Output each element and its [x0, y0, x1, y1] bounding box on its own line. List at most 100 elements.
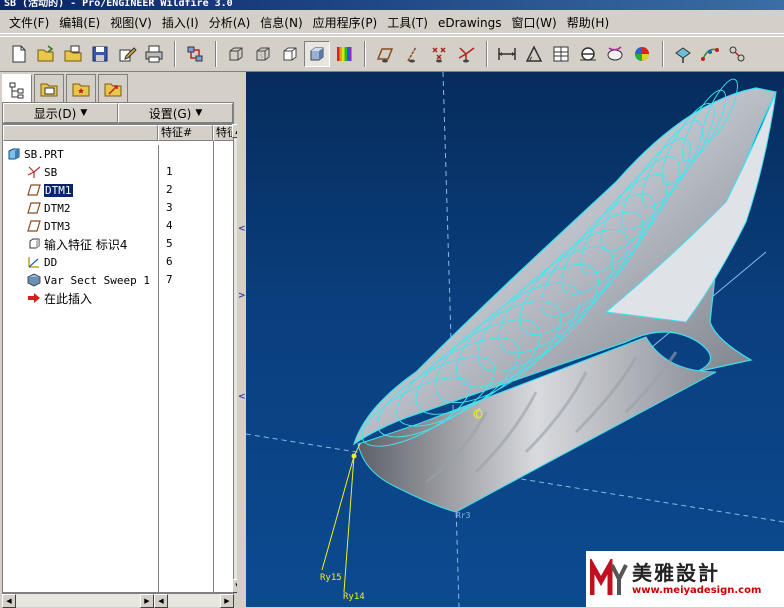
- no-hidden-icon[interactable]: [277, 41, 303, 67]
- feature-num: 2: [166, 183, 173, 196]
- scroll-right-icon[interactable]: ▶: [140, 594, 154, 608]
- scroll-left-icon[interactable]: ◀: [154, 594, 168, 608]
- feature-num: [159, 145, 213, 163]
- tree-item-label: 输入特征 标识4: [44, 237, 128, 252]
- hidden-line-icon[interactable]: [250, 41, 276, 67]
- model-render: Ry15 Ry14 Rr3: [246, 72, 784, 607]
- sweep-icon: [27, 273, 41, 287]
- menu-help[interactable]: 帮助(H): [562, 14, 614, 31]
- folder-icon: [40, 83, 58, 96]
- tree-item-label: DTM3: [44, 219, 71, 233]
- sketch-plane-icon[interactable]: [670, 41, 696, 67]
- analysis-icon[interactable]: [575, 41, 601, 67]
- color-wheel-icon[interactable]: [629, 41, 655, 67]
- toolbar-separator: [662, 41, 664, 67]
- column-header-feature[interactable]: 特征: [213, 125, 233, 141]
- datum-point-icon[interactable]: [426, 41, 452, 67]
- tab-favorites[interactable]: [66, 74, 96, 102]
- datum-plane-icon[interactable]: [372, 41, 398, 67]
- print-icon[interactable]: [141, 41, 167, 67]
- tree-horizontal-scrollbar[interactable]: ◀ ▶ ◀ ▶: [2, 593, 234, 608]
- trajectory-origin-point: [351, 453, 357, 459]
- panel-splitter[interactable]: < > <: [237, 72, 246, 607]
- datum-curve-icon: [27, 255, 41, 269]
- feature-number-column: 1 2 3 4 5 6 7: [158, 145, 213, 592]
- tab-folder-browser[interactable]: [34, 74, 64, 102]
- expand-arrow-icon[interactable]: >: [238, 291, 246, 301]
- tree-rows: SB.PRT SB DTM1 DTM2 DTM3 输入特征 标识4 DD Var…: [3, 145, 158, 307]
- coord-sys-icon: [27, 165, 41, 179]
- menu-window[interactable]: 窗口(W): [507, 14, 562, 31]
- open-file-icon[interactable]: [33, 41, 59, 67]
- new-file-icon[interactable]: [6, 41, 32, 67]
- wireframe-icon[interactable]: [223, 41, 249, 67]
- settings-label: 设置(G): [148, 106, 192, 121]
- tab-connections[interactable]: [98, 74, 128, 102]
- coordinate-system-icon[interactable]: [453, 41, 479, 67]
- tree-item-label: Var Sect Sweep 1: [44, 273, 150, 287]
- feature-num: 6: [166, 255, 173, 268]
- scroll-right-icon[interactable]: ▶: [220, 594, 234, 608]
- column-header-name[interactable]: [3, 125, 158, 141]
- menu-info[interactable]: 信息(N): [255, 14, 307, 31]
- menu-insert[interactable]: 插入(I): [157, 14, 204, 31]
- tree-item-label: DD: [44, 255, 58, 269]
- settings-dropdown[interactable]: 设置(G) ▼: [118, 103, 233, 123]
- tree-item-dd[interactable]: DD: [3, 253, 158, 271]
- tree-insert-here[interactable]: 在此插入: [3, 289, 158, 307]
- datum-axis-icon[interactable]: [399, 41, 425, 67]
- collapse-arrow-icon[interactable]: <: [238, 392, 246, 402]
- column-header-feature-num[interactable]: 特征#: [158, 125, 213, 141]
- chevron-down-icon: ▼: [195, 108, 203, 118]
- model-tree-icon: [9, 82, 24, 98]
- datum-point-offset-icon[interactable]: [724, 41, 750, 67]
- display-dropdown[interactable]: 显示(D) ▼: [3, 103, 118, 123]
- watermark-logo: 美雅設計 www.meiyadesign.com: [586, 551, 784, 607]
- datum-plane-icon: [27, 183, 41, 197]
- open-folder-icon[interactable]: [60, 41, 86, 67]
- menu-file[interactable]: 文件(F): [4, 14, 54, 31]
- collapse-arrow-icon[interactable]: <: [238, 224, 246, 234]
- curvature-icon[interactable]: [602, 41, 628, 67]
- tab-model-tree[interactable]: [2, 74, 32, 104]
- tree-item-sweep[interactable]: Var Sect Sweep 1: [3, 271, 158, 289]
- edit-icon[interactable]: [114, 41, 140, 67]
- measure-distance-icon[interactable]: [494, 41, 520, 67]
- display-label: 显示(D): [33, 106, 77, 121]
- shading-icon[interactable]: [304, 41, 330, 67]
- tree-item-dtm3[interactable]: DTM3: [3, 217, 158, 235]
- brand-logo-icon: [590, 559, 628, 595]
- feature-num: 3: [166, 201, 173, 214]
- measure-angle-icon[interactable]: [521, 41, 547, 67]
- save-icon[interactable]: [87, 41, 113, 67]
- table-icon[interactable]: [548, 41, 574, 67]
- feature-num: 1: [166, 165, 173, 178]
- insert-arrow-icon: [27, 291, 41, 305]
- tree-item-import[interactable]: 输入特征 标识4: [3, 235, 158, 253]
- scroll-left-icon[interactable]: ◀: [2, 594, 16, 608]
- regenerate-icon[interactable]: [182, 41, 208, 67]
- menu-tools[interactable]: 工具(T): [382, 14, 433, 31]
- menu-edit[interactable]: 编辑(E): [54, 14, 105, 31]
- tree-root[interactable]: SB.PRT: [3, 145, 158, 163]
- tree-item-sb[interactable]: SB: [3, 163, 158, 181]
- tree-insert-label: 在此插入: [44, 291, 93, 306]
- tree-item-dtm1[interactable]: DTM1: [3, 181, 158, 199]
- datum-plane-icon: [27, 219, 41, 233]
- menu-edrawings[interactable]: eDrawings: [433, 16, 507, 30]
- menu-applications[interactable]: 应用程序(P): [308, 14, 383, 31]
- tree-root-label: SB.PRT: [24, 147, 64, 161]
- brand-name: 美雅設計: [632, 561, 720, 585]
- trajectory-label-ry15[interactable]: Ry15: [320, 573, 342, 583]
- graphics-viewport[interactable]: Ry15 Ry14 Rr3: [246, 72, 784, 607]
- datum-plane-icon: [27, 201, 41, 215]
- menu-view[interactable]: 视图(V): [105, 14, 157, 31]
- csys-label[interactable]: Rr3: [456, 511, 471, 520]
- tree-item-label: SB: [44, 165, 58, 179]
- datum-curve-icon[interactable]: [697, 41, 723, 67]
- trajectory-label-ry14[interactable]: Ry14: [343, 592, 365, 602]
- toolbar-separator: [215, 41, 217, 67]
- color-appearance-icon[interactable]: [331, 41, 357, 67]
- tree-item-dtm2[interactable]: DTM2: [3, 199, 158, 217]
- menu-analysis[interactable]: 分析(A): [204, 14, 256, 31]
